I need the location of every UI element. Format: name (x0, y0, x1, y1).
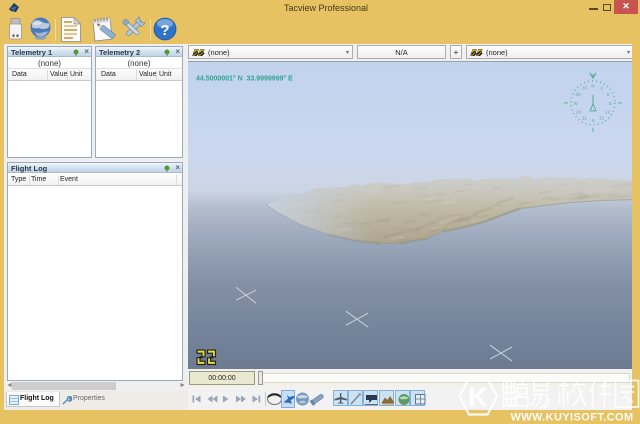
svg-text:30: 30 (575, 92, 581, 97)
svg-text:K: K (468, 382, 488, 413)
svg-text:24: 24 (576, 109, 582, 114)
svg-text:33: 33 (582, 85, 588, 90)
svg-text:21: 21 (582, 115, 588, 120)
svg-text:12: 12 (605, 109, 611, 114)
svg-text:W: W (573, 101, 578, 106)
svg-text:15: 15 (599, 115, 605, 120)
svg-text:?: ? (160, 22, 169, 39)
svg-text:44.5000001° N 33.9999999° E: 44.5000001° N 33.9999999° E (196, 74, 293, 82)
svg-text:3: 3 (600, 85, 603, 90)
svg-text:S: S (591, 118, 594, 123)
svg-text:WWW.KUYISOFT.COM: WWW.KUYISOFT.COM (510, 412, 633, 424)
svg-text:E: E (609, 101, 612, 106)
svg-text:N: N (591, 83, 594, 88)
svg-text:6: 6 (607, 92, 610, 97)
